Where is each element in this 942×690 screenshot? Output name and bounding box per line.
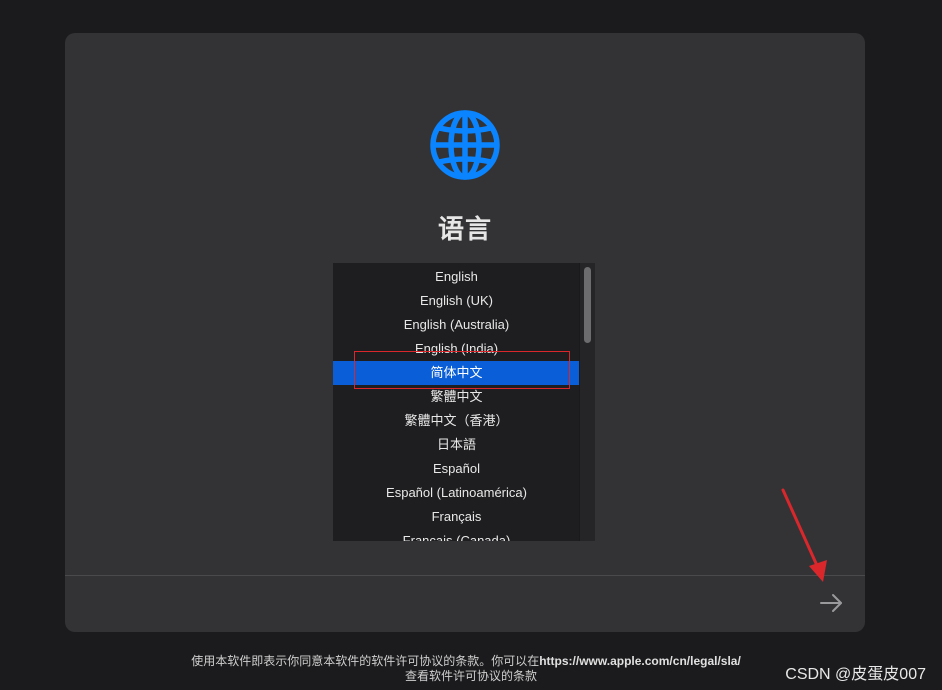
language-item[interactable]: Español xyxy=(333,457,580,481)
language-item[interactable]: Français xyxy=(333,505,580,529)
language-item[interactable]: Español (Latinoamérica) xyxy=(333,481,580,505)
language-item[interactable]: Français (Canada) xyxy=(333,529,580,541)
installer-window: 语言 English English (UK) English (Australia… xyxy=(0,0,942,690)
list-scrollbar[interactable] xyxy=(579,263,595,541)
next-button[interactable] xyxy=(817,589,845,617)
scrollbar-thumb[interactable] xyxy=(584,267,591,343)
language-item[interactable]: 繁體中文 xyxy=(333,385,580,409)
language-item[interactable]: 日本語 xyxy=(333,433,580,457)
language-item[interactable]: 繁體中文（香港） xyxy=(333,409,580,433)
page-title: 语言 xyxy=(437,214,492,244)
language-item[interactable]: English (UK) xyxy=(333,289,580,313)
license-link[interactable]: https://www.apple.com/cn/legal/sla/ xyxy=(539,654,741,668)
globe-icon xyxy=(430,110,500,180)
footer-divider xyxy=(65,575,865,576)
language-item-selected[interactable]: 简体中文 xyxy=(333,361,580,385)
arrow-right-icon xyxy=(820,594,842,612)
language-list[interactable]: English English (UK) English (Australia) En… xyxy=(333,263,595,541)
watermark: CSDN @皮蛋皮007 xyxy=(785,666,926,683)
language-selection-panel: 语言 English English (UK) English (Australia… xyxy=(65,33,865,632)
language-item[interactable]: English xyxy=(333,265,580,289)
language-item[interactable]: English (Australia) xyxy=(333,313,580,337)
language-list-items: English English (UK) English (Australia) En… xyxy=(333,263,580,541)
license-text: 使用本软件即表示你同意本软件的软件许可协议的条款。你可以在 xyxy=(191,654,540,668)
language-item[interactable]: English (India) xyxy=(333,337,580,361)
